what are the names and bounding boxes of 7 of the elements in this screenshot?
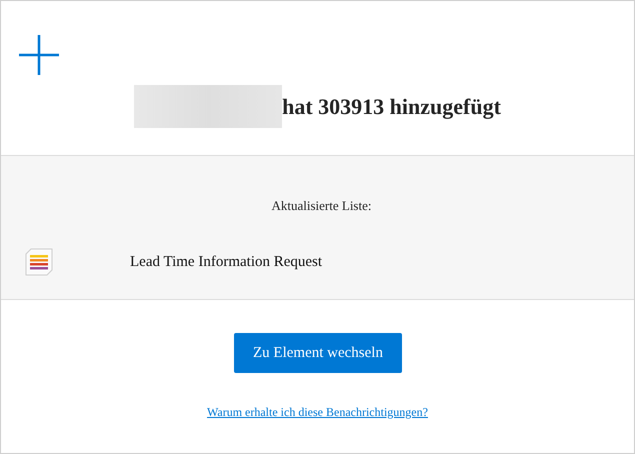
plus-icon: [18, 34, 60, 76]
go-to-item-button[interactable]: Zu Element wechseln: [234, 333, 402, 373]
notification-info-link[interactable]: Warum erhalte ich diese Benachrichtigungen?: [207, 405, 428, 420]
list-icon: [25, 248, 53, 276]
list-item-name: Lead Time Information Request: [130, 254, 322, 270]
notification-title: hat 303913 hinzugefügt: [282, 94, 501, 120]
list-label: Aktualisierte Liste:: [270, 198, 372, 214]
